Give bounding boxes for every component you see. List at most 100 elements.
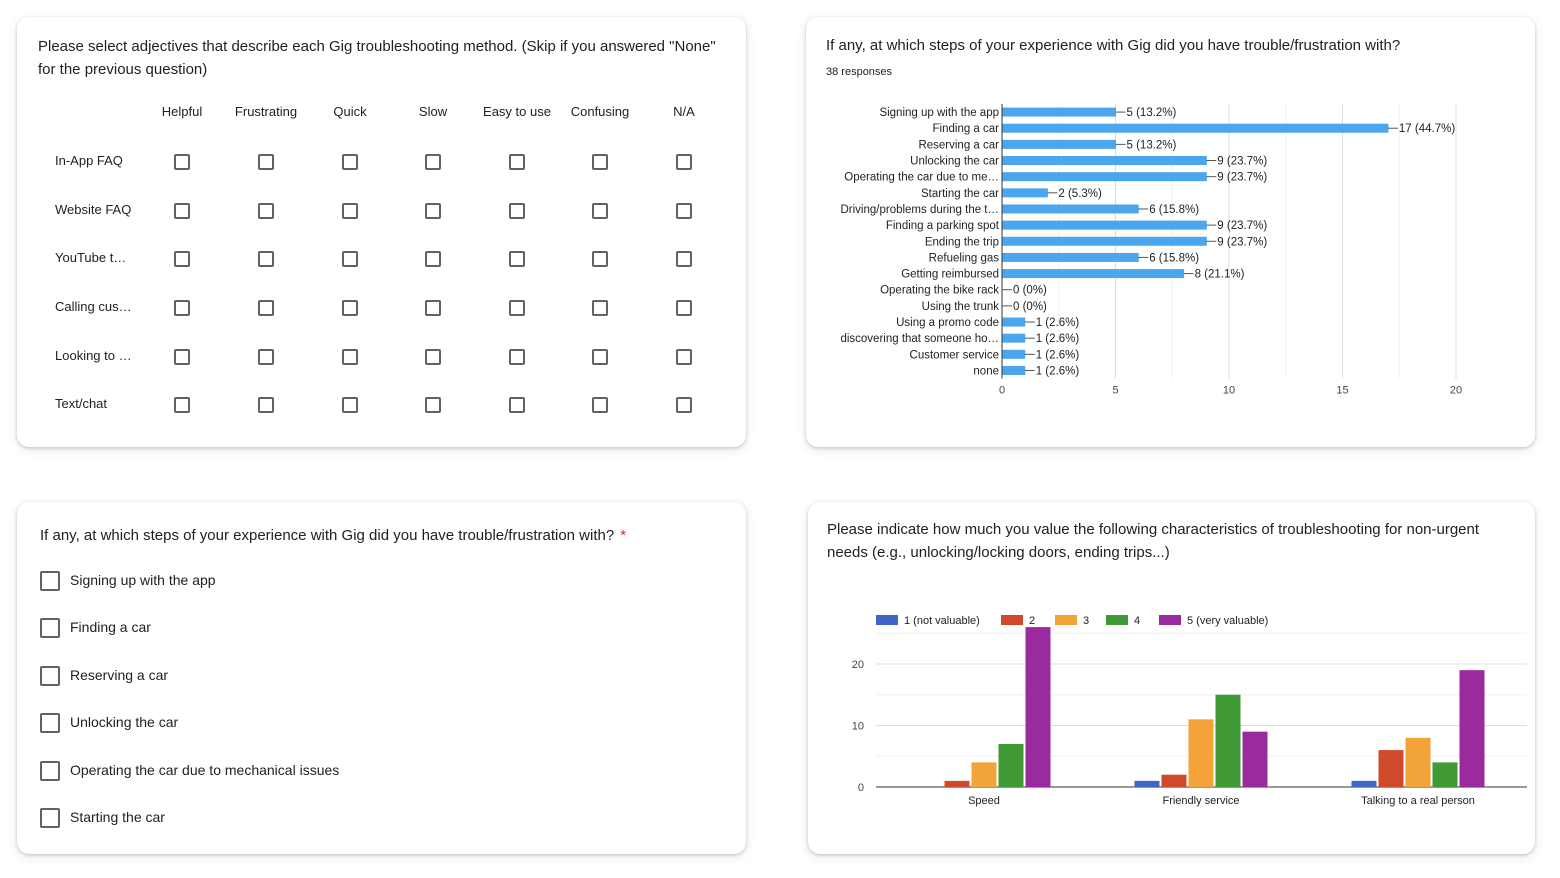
category-label: Reserving a car — [918, 139, 999, 151]
checkbox[interactable] — [40, 618, 60, 638]
bar — [1002, 365, 1026, 375]
category-label: Using the trunk — [922, 301, 1000, 313]
legend-item: 5 (very valuable) — [1159, 615, 1268, 627]
grid-checkbox[interactable] — [258, 251, 274, 267]
grid-checkbox[interactable] — [174, 251, 190, 267]
grid-checkbox[interactable] — [258, 397, 274, 413]
category-label: Ending the trip — [925, 236, 999, 248]
column-bar — [1188, 719, 1214, 787]
bar — [1002, 220, 1207, 230]
grid-checkbox[interactable] — [592, 397, 608, 413]
grid-checkbox[interactable] — [425, 154, 441, 170]
grid-checkbox[interactable] — [425, 251, 441, 267]
grid-checkbox[interactable] — [676, 397, 692, 413]
grid-checkbox[interactable] — [509, 349, 525, 365]
bar — [1002, 107, 1116, 117]
data-label: 5 (13.2%) — [1127, 139, 1177, 151]
checkbox[interactable] — [40, 808, 60, 828]
legend-item: 4 — [1106, 615, 1140, 627]
checkbox-label: Signing up with the app — [70, 572, 216, 588]
grid-checkbox[interactable] — [258, 349, 274, 365]
grid-checkbox[interactable] — [174, 203, 190, 219]
grid-checkbox[interactable] — [425, 397, 441, 413]
grid-checkbox[interactable] — [676, 349, 692, 365]
grid-column-header: Helpful — [161, 104, 203, 119]
grid-checkbox[interactable] — [592, 203, 608, 219]
checkbox[interactable] — [40, 666, 60, 686]
grid-checkbox[interactable] — [342, 397, 358, 413]
grid-checkbox[interactable] — [509, 154, 525, 170]
legend-swatch — [1159, 615, 1181, 625]
category-label: Starting the car — [921, 188, 999, 200]
grid-checkbox[interactable] — [425, 349, 441, 365]
grid-checkbox[interactable] — [676, 251, 692, 267]
column-bar — [1161, 774, 1187, 787]
y-tick-label: 0 — [858, 782, 864, 794]
data-label: 6 (15.8%) — [1149, 204, 1199, 216]
grid-checkbox[interactable] — [509, 300, 525, 316]
grid-checkbox[interactable] — [258, 203, 274, 219]
checkbox[interactable] — [40, 713, 60, 733]
grid-checkbox[interactable] — [258, 300, 274, 316]
bar-chart-card: If any, at which steps of your experienc… — [806, 17, 1535, 447]
legend-swatch — [1055, 615, 1077, 625]
grid-row-label: YouTube t… — [55, 250, 127, 265]
grid-checkbox[interactable] — [676, 203, 692, 219]
legend-label: 3 — [1083, 615, 1089, 627]
column-bar — [1405, 737, 1431, 787]
grid-checkbox[interactable] — [425, 203, 441, 219]
grid-checkbox[interactable] — [174, 397, 190, 413]
legend-label: 1 (not valuable) — [904, 615, 980, 627]
grid-checkbox[interactable] — [592, 251, 608, 267]
category-label: Operating the bike rack — [880, 285, 999, 297]
data-label: 9 (23.7%) — [1217, 172, 1267, 184]
grid-checkbox[interactable] — [592, 300, 608, 316]
grid-checkbox[interactable] — [592, 349, 608, 365]
legend-label: 4 — [1134, 615, 1140, 627]
column-bar — [1134, 780, 1160, 787]
y-tick-label: 20 — [852, 659, 864, 671]
grid-checkbox[interactable] — [509, 251, 525, 267]
checkbox[interactable] — [40, 761, 60, 781]
data-label: 2 (5.3%) — [1058, 188, 1102, 200]
horizontal-bar-chart: 0 5 10 15 20 Signing up with the app 5 (13.2%)… — [840, 104, 1462, 397]
grid-checkbox[interactable] — [342, 203, 358, 219]
data-label: 9 (23.7%) — [1217, 156, 1267, 168]
grid-row-label: Text/chat — [55, 396, 108, 411]
required-asterisk: * — [620, 527, 627, 544]
data-label: 9 (23.7%) — [1217, 236, 1267, 248]
grid-checkbox[interactable] — [174, 349, 190, 365]
grid-checkbox[interactable] — [342, 349, 358, 365]
category-label: Customer service — [910, 349, 999, 361]
grid-checkbox[interactable] — [425, 300, 441, 316]
grid-checkbox[interactable] — [676, 154, 692, 170]
grid-checkbox[interactable] — [509, 397, 525, 413]
grid-checkbox[interactable] — [174, 300, 190, 316]
category-label: Getting reimbursed — [901, 269, 999, 281]
grid-checkbox[interactable] — [342, 251, 358, 267]
grid-checkbox[interactable] — [174, 154, 190, 170]
checkbox[interactable] — [40, 571, 60, 591]
category-label: Speed — [968, 795, 1000, 807]
bar — [1002, 156, 1207, 166]
bar — [1002, 236, 1207, 246]
grid-column-header: N/A — [673, 104, 695, 119]
category-label: Driving/problems during the t… — [840, 204, 999, 216]
grid-checkbox[interactable] — [342, 154, 358, 170]
bar — [1002, 188, 1048, 198]
grid-checkbox[interactable] — [258, 154, 274, 170]
category-label: Finding a car — [933, 123, 1000, 135]
grid-checkbox[interactable] — [592, 154, 608, 170]
data-label: 9 (23.7%) — [1217, 220, 1267, 232]
legend-item: 3 — [1055, 615, 1089, 627]
grid-checkbox[interactable] — [342, 300, 358, 316]
grid-checkbox[interactable] — [509, 203, 525, 219]
column-bar — [1432, 762, 1458, 787]
column-bar — [998, 743, 1024, 787]
bar — [1002, 204, 1139, 214]
grid-checkbox[interactable] — [676, 300, 692, 316]
category-label: Using a promo code — [896, 317, 999, 329]
legend-swatch — [1001, 615, 1023, 625]
column-bar — [1378, 750, 1404, 787]
x-tick-label: 15 — [1336, 385, 1348, 397]
